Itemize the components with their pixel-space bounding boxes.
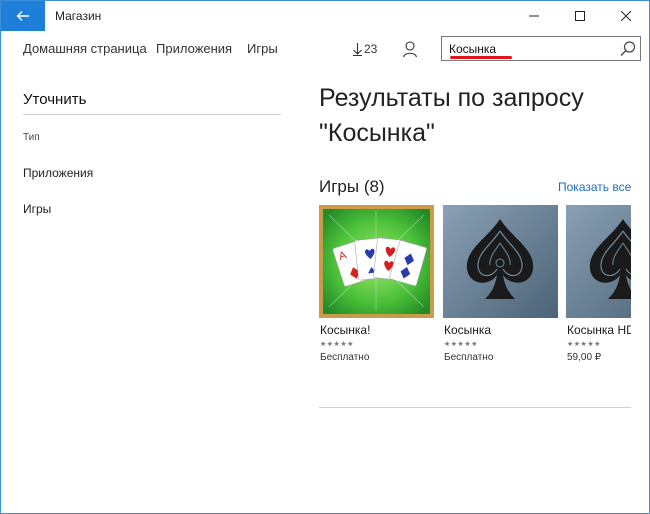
results-tiles: A Косынка! ★★★★★ Бесплатно Косынка ★★★★★… [319, 205, 631, 375]
downloads-button[interactable]: 23 [352, 39, 377, 59]
search-button[interactable] [618, 39, 638, 59]
refine-divider [23, 114, 281, 115]
app-price: Бесплатно [320, 352, 370, 363]
filter-games[interactable]: Игры [23, 202, 51, 216]
maximize-button[interactable] [557, 1, 603, 31]
close-icon [621, 11, 631, 21]
download-icon [353, 43, 362, 56]
rating-stars: ★★★★★ [567, 341, 601, 348]
minimize-icon [529, 15, 539, 17]
spade-icon [566, 205, 631, 318]
refine-title: Уточнить [23, 91, 87, 108]
search-icon [620, 41, 636, 56]
nav-apps[interactable]: Приложения [156, 41, 232, 56]
title-bar: Магазин [1, 1, 649, 31]
search-box [441, 36, 641, 61]
window-title: Магазин [55, 9, 102, 23]
account-button[interactable] [400, 39, 420, 59]
app-price: 59,00 ₽ [567, 352, 602, 363]
nav-home[interactable]: Домашняя страница [23, 41, 147, 56]
top-navigation: Домашняя страница Приложения Игры 23 [1, 31, 649, 67]
maximize-icon [575, 11, 585, 21]
rating-stars: ★★★★★ [444, 341, 478, 348]
app-price: Бесплатно [444, 352, 494, 363]
type-label: Тип [23, 132, 40, 143]
store-window: Магазин Домашняя страница Приложения Игр… [0, 0, 650, 514]
close-button[interactable] [603, 1, 649, 31]
app-name: Косынка HD [567, 323, 631, 337]
app-name: Косынка! [320, 323, 371, 337]
rating-stars: ★★★★★ [320, 341, 354, 348]
nav-games[interactable]: Игры [247, 41, 278, 56]
user-icon [402, 41, 418, 58]
back-button[interactable] [1, 1, 45, 31]
app-tile[interactable]: Косынка ★★★★★ Бесплатно [443, 205, 558, 363]
page-title: Результаты по запросу "Косынка" [319, 84, 584, 147]
minimize-button[interactable] [511, 1, 557, 31]
spade-icon [443, 205, 558, 318]
search-highlight-underline [450, 56, 512, 59]
downloads-count: 23 [364, 42, 378, 56]
app-tile[interactable]: A Косынка! ★★★★★ Бесплатно [319, 205, 434, 363]
app-tile[interactable]: Косынка HD ★★★★★ 59,00 ₽ [566, 205, 631, 363]
arrow-left-icon [16, 11, 29, 21]
results-divider [319, 407, 631, 408]
section-title-games: Игры (8) [319, 177, 385, 196]
filter-apps[interactable]: Приложения [23, 166, 93, 180]
solitaire-cards-icon: A [319, 205, 434, 318]
show-all-link[interactable]: Показать все [558, 180, 631, 194]
app-name: Косынка [444, 323, 492, 337]
